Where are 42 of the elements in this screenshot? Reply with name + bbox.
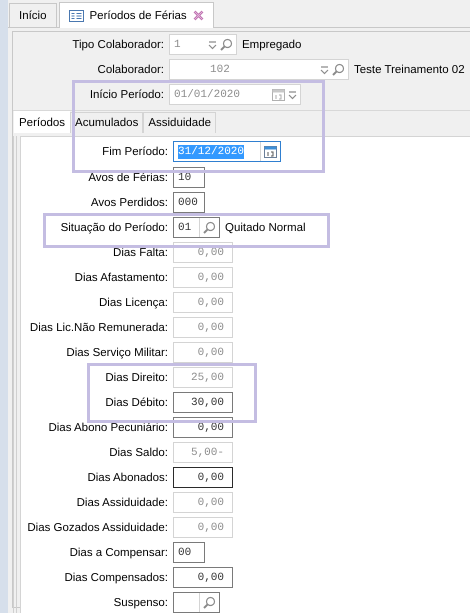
tab[interactable]: Assiduidade xyxy=(143,112,216,133)
search-icon[interactable] xyxy=(203,596,216,609)
field-label: Dias Gozados Assiduidade: xyxy=(27,522,168,534)
tab[interactable]: Início xyxy=(9,3,56,27)
input-field[interactable]: 00 xyxy=(173,542,205,563)
input-field[interactable]: 0,00 xyxy=(173,567,233,588)
field-label: Dias Abonados: xyxy=(87,472,168,484)
search-icon[interactable] xyxy=(203,221,216,234)
input-field[interactable]: 0,00 xyxy=(173,467,233,488)
calendar-icon[interactable] xyxy=(264,146,277,158)
lookup-field[interactable]: 01 xyxy=(173,217,220,238)
field-label: Fim Período: xyxy=(102,146,168,158)
field-label: Dias Abono Pecuniário: xyxy=(48,422,168,434)
input-field[interactable]: 000 xyxy=(173,192,205,213)
field-label: Dias a Compensar: xyxy=(70,546,168,558)
field-label: Dias Serviço Militar: xyxy=(66,346,168,358)
field-label: Dias Afastamento: xyxy=(74,272,168,284)
field-label: Dias Assiduidade: xyxy=(76,496,168,508)
field-label: Avos de Férias: xyxy=(88,172,168,184)
input-field[interactable]: 30,00 xyxy=(173,392,233,413)
field-label: Colaborador: xyxy=(98,64,164,76)
field-description: Teste Treinamento 02 xyxy=(353,64,465,76)
field-label: Dias Licença: xyxy=(98,296,168,308)
field-label: Início Período: xyxy=(90,88,164,100)
field-label: Dias Falta: xyxy=(113,246,168,258)
tab[interactable]: Períodos xyxy=(14,111,70,133)
tab[interactable]: Acumulados xyxy=(70,112,144,133)
field-label: Dias Direito: xyxy=(105,372,168,384)
field-label: Dias Lic.Não Remunerada: xyxy=(30,322,168,334)
field-label: Dias Débito: xyxy=(105,396,168,408)
field-label: Tipo Colaborador: xyxy=(72,38,164,50)
form-icon xyxy=(68,10,84,22)
field-label: Situação do Período: xyxy=(60,222,168,234)
field-label: Avos Perdidos: xyxy=(90,196,168,208)
field-label: Dias Saldo: xyxy=(109,446,168,458)
lookup-field[interactable] xyxy=(173,592,220,613)
field-description: Empregado xyxy=(241,38,302,50)
field-label: Suspenso: xyxy=(114,596,168,608)
close-icon[interactable] xyxy=(192,10,204,21)
field-description: Quitado Normal xyxy=(224,222,306,234)
tab[interactable]: Períodos de Férias xyxy=(58,2,214,28)
field-label: Dias Compensados: xyxy=(64,572,168,584)
